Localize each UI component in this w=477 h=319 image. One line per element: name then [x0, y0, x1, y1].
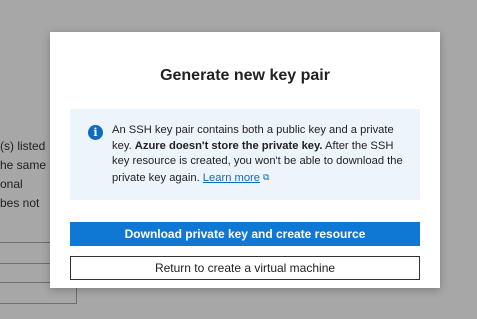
- dialog-title: Generate new key pair: [160, 67, 330, 84]
- download-private-key-button[interactable]: Download private key and create resource: [70, 222, 420, 246]
- background-text: (s) listed: [0, 139, 46, 153]
- generate-key-pair-dialog: Generate new key pair i An SSH key pair …: [50, 32, 440, 288]
- info-message-box: i An SSH key pair contains both a public…: [70, 109, 420, 200]
- background-text: onal: [0, 177, 23, 191]
- info-text-bold: Azure doesn't store the private key.: [134, 139, 323, 152]
- learn-more-link[interactable]: Learn more: [203, 172, 260, 184]
- external-link-icon[interactable]: ⧉: [263, 170, 269, 186]
- info-text: An SSH key pair contains both a public k…: [112, 124, 403, 184]
- return-to-create-vm-button[interactable]: Return to create a virtual machine: [70, 256, 420, 280]
- background-text: bes not: [0, 196, 40, 210]
- background-text: he same: [0, 158, 47, 172]
- info-icon: i: [88, 125, 103, 140]
